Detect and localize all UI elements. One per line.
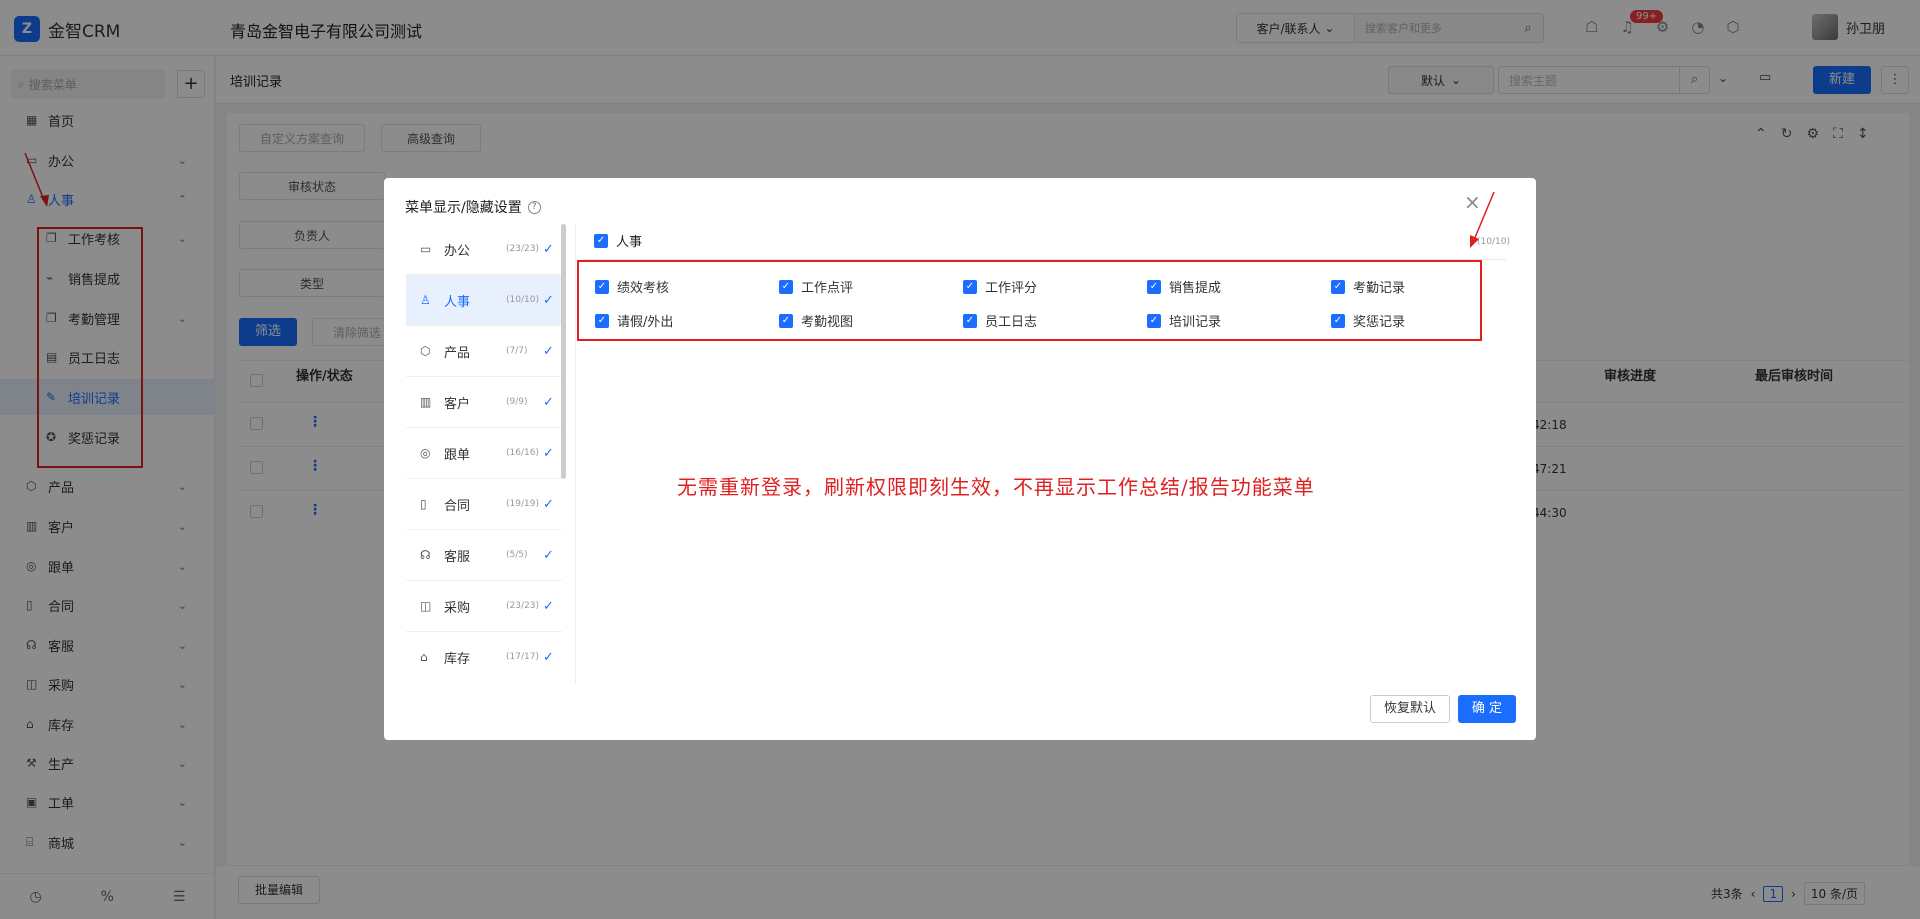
confirm-button[interactable]: 确 定	[1458, 695, 1516, 723]
menu-visibility-dialog: 菜单显示/隐藏设置 ? × ▭ 办公 (23/23) ✓ ♙ 人事 (10/10) ✓ ⬡ 产…	[384, 178, 1536, 740]
category-label: 采购	[444, 600, 471, 616]
dialog-title: 菜单显示/隐藏设置 ?	[405, 197, 541, 217]
category-count: (19/19)	[506, 499, 539, 509]
check-icon: ✓	[543, 649, 554, 665]
category-count: (16/16)	[506, 448, 539, 458]
category-product[interactable]: ⬡ 产品 (7/7) ✓	[406, 326, 562, 377]
category-label: 跟单	[444, 447, 471, 463]
check-icon: ✓	[543, 241, 554, 257]
category-label: 人事	[444, 294, 471, 310]
category-label: 产品	[444, 345, 471, 361]
annotation-notice: 无需重新登录，刷新权限即刻生效，不再显示工作总结/报告功能菜单	[677, 475, 1315, 499]
warehouse-icon: ⌂	[420, 650, 428, 664]
category-customer[interactable]: ▥ 客户 (9/9) ✓	[406, 377, 562, 428]
category-inventory[interactable]: ⌂ 库存 (17/17) ✓	[406, 632, 562, 674]
category-label: 办公	[444, 243, 471, 259]
category-follow[interactable]: ◎ 跟单 (16/16) ✓	[406, 428, 562, 479]
target-icon: ◎	[420, 446, 431, 460]
category-count: (7/7)	[506, 346, 528, 356]
category-office[interactable]: ▭ 办公 (23/23) ✓	[406, 224, 562, 275]
category-service[interactable]: ☊ 客服 (5/5) ✓	[406, 530, 562, 581]
building-icon: ▥	[420, 395, 432, 409]
category-purchase[interactable]: ◫ 采购 (23/23) ✓	[406, 581, 562, 632]
category-count: (10/10)	[506, 295, 539, 305]
check-icon: ✓	[543, 547, 554, 563]
check-icon: ✓	[543, 292, 554, 308]
contract-icon: ▯	[420, 497, 427, 511]
category-contract[interactable]: ▯ 合同 (19/19) ✓	[406, 479, 562, 530]
divider	[575, 224, 576, 684]
category-count: (9/9)	[506, 397, 528, 407]
category-scrollbar[interactable]	[561, 224, 566, 479]
category-count: (17/17)	[506, 652, 539, 662]
annotation-arrow-dialog	[1470, 191, 1495, 248]
category-list: ▭ 办公 (23/23) ✓ ♙ 人事 (10/10) ✓ ⬡ 产品 (7/7) ✓ ▥ 客户 (9/…	[406, 224, 562, 674]
help-icon[interactable]: ?	[527, 200, 541, 214]
restore-default-button[interactable]: 恢复默认	[1370, 695, 1450, 723]
hr-icon: ♙	[420, 293, 431, 307]
dialog-title-text: 菜单显示/隐藏设置	[405, 200, 522, 216]
category-label: 合同	[444, 498, 471, 514]
box-icon: ⬡	[420, 344, 431, 358]
annotation-box-permissions	[577, 260, 1482, 341]
category-count: (5/5)	[506, 550, 528, 560]
category-label: 客服	[444, 549, 471, 565]
category-hr[interactable]: ♙ 人事 (10/10) ✓	[406, 275, 562, 326]
check-icon: ✓	[543, 445, 554, 461]
check-icon: ✓	[594, 233, 608, 248]
section-label: 人事	[616, 235, 643, 250]
headset-icon: ☊	[420, 548, 431, 562]
check-icon: ✓	[543, 598, 554, 614]
check-icon: ✓	[543, 496, 554, 512]
check-icon: ✓	[543, 343, 554, 359]
category-label: 库存	[444, 651, 471, 667]
section-select-all[interactable]: ✓ 人事	[594, 231, 642, 250]
category-count: (23/23)	[506, 601, 539, 611]
check-icon: ✓	[543, 394, 554, 410]
bag-icon: ◫	[420, 599, 432, 613]
category-label: 客户	[444, 396, 471, 412]
office-icon: ▭	[420, 242, 432, 256]
category-count: (23/23)	[506, 244, 539, 254]
